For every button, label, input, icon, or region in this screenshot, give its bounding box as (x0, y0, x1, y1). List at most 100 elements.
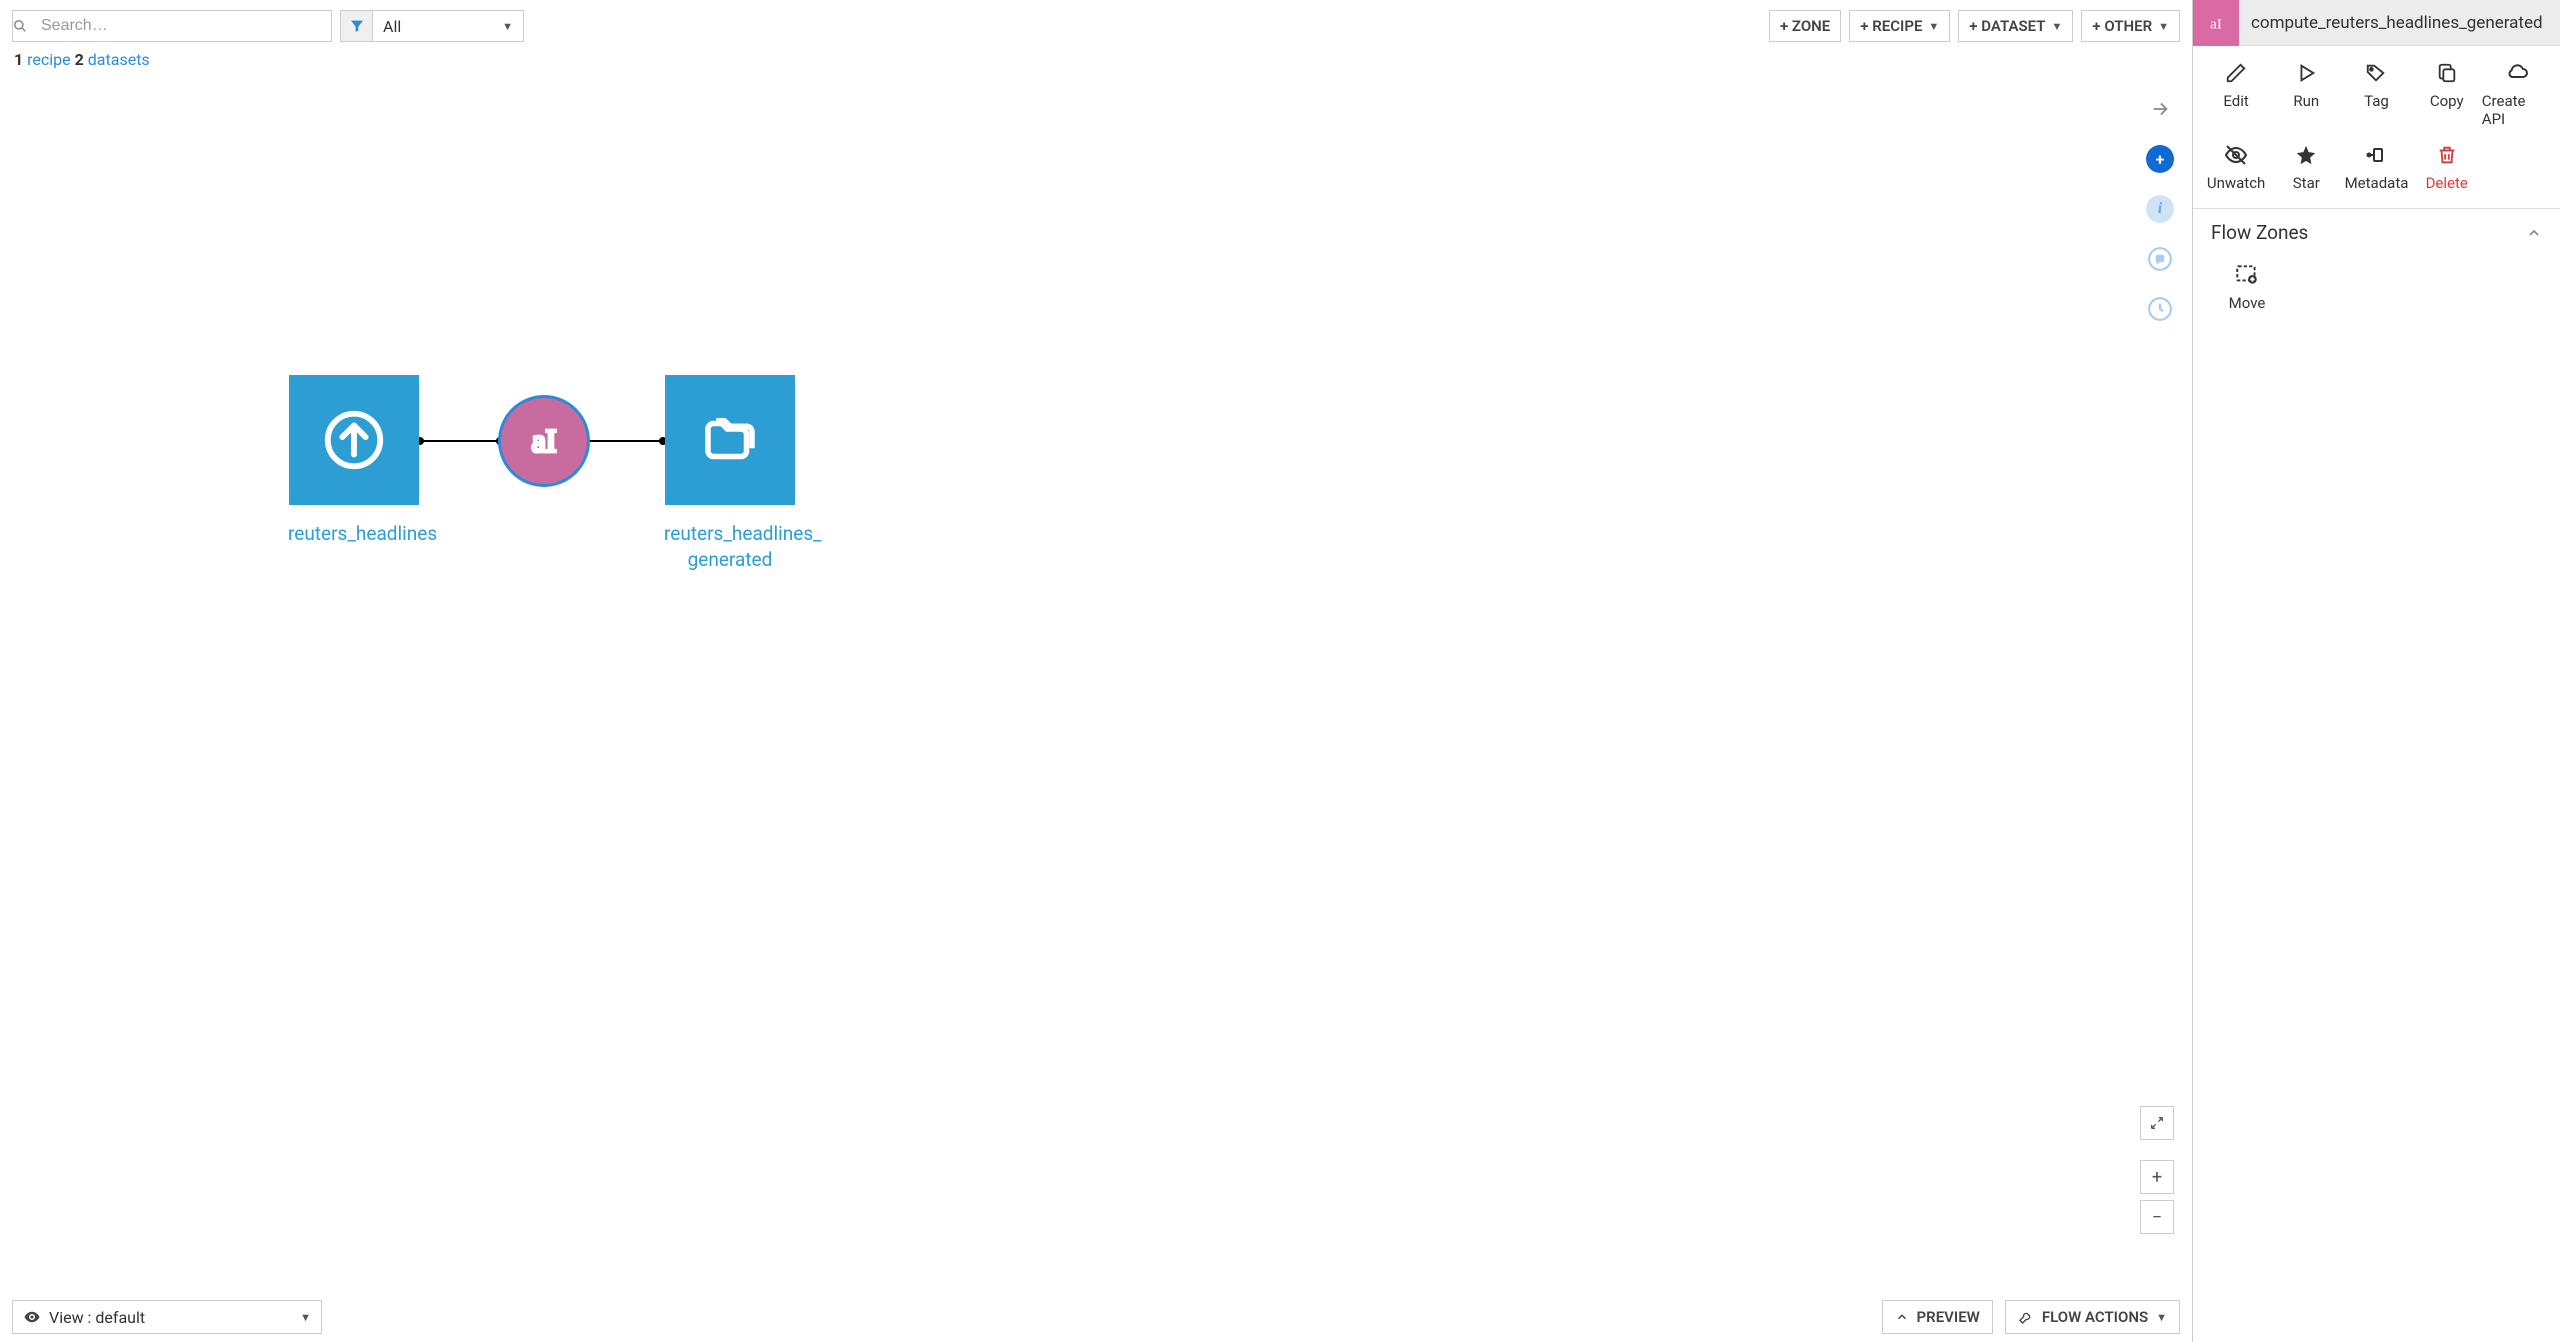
view-dropdown[interactable]: View : default ▼ (12, 1300, 322, 1334)
fit-button[interactable] (2140, 1106, 2174, 1140)
preview-label: PREVIEW (1917, 1308, 1980, 1326)
dataset-node-output[interactable]: reuters_headlines_ generated (664, 375, 796, 572)
action-label: Create API (2482, 92, 2552, 128)
play-icon (2295, 60, 2317, 86)
zone-actions: Move (2211, 244, 2542, 330)
run-button[interactable]: Run (2271, 60, 2341, 128)
panel-header: aI compute_reuters_headlines_generated (2193, 0, 2560, 46)
move-icon (2234, 262, 2260, 288)
add-recipe-button[interactable]: + RECIPE ▼ (1849, 10, 1950, 42)
side-float-buttons: + i (2146, 95, 2174, 323)
tag-icon (2365, 60, 2387, 86)
svg-text:aI: aI (2210, 15, 2222, 32)
recipe-badge: aI (2193, 0, 2239, 46)
metadata-icon (2364, 142, 2388, 168)
flow-canvas-area: All ▼ + ZONE + RECIPE ▼ + DATASET ▼ + OT… (0, 0, 2192, 1342)
eye-slash-icon (2224, 142, 2248, 168)
chevron-up-icon (2526, 225, 2542, 241)
flow-edge (588, 440, 663, 442)
info-button[interactable]: i (2146, 195, 2174, 223)
cloud-icon (2505, 60, 2529, 86)
edit-button[interactable]: Edit (2201, 60, 2271, 128)
dataset-node-input[interactable]: reuters_headlines (288, 375, 420, 547)
dataset-icon (665, 375, 795, 505)
add-other-label: + OTHER (2092, 17, 2152, 35)
action-label: Tag (2364, 92, 2389, 110)
wrench-icon (2018, 1309, 2034, 1325)
details-panel: aI compute_reuters_headlines_generated E… (2192, 0, 2560, 1342)
flow-actions-label: FLOW ACTIONS (2042, 1308, 2148, 1326)
action-label: Delete (2426, 174, 2468, 192)
chevron-down-icon: ▼ (492, 20, 523, 33)
flow-canvas[interactable]: reuters_headlines aI reuters_headlines_ … (0, 77, 2192, 1292)
action-label: Edit (2223, 92, 2248, 110)
copy-icon (2436, 60, 2458, 86)
action-label: Star (2293, 174, 2320, 192)
dataset-label: reuters_headlines (288, 521, 420, 547)
dataset-word: datasets (88, 50, 150, 69)
pencil-icon (2225, 60, 2247, 86)
panel-actions: Edit Run Tag Copy Create API Unwatch Sta… (2193, 46, 2560, 209)
search-input[interactable] (41, 11, 331, 41)
copy-button[interactable]: Copy (2412, 60, 2482, 128)
filter-icon (341, 11, 373, 41)
recipe-count: 1 (14, 50, 23, 69)
move-zone-button[interactable]: Move (2211, 262, 2283, 312)
add-dataset-label: + DATASET (1969, 17, 2045, 35)
section-header[interactable]: Flow Zones (2211, 221, 2542, 244)
add-button[interactable]: + (2146, 145, 2174, 173)
add-dataset-button[interactable]: + DATASET ▼ (1958, 10, 2073, 42)
create-api-button[interactable]: Create API (2482, 60, 2552, 128)
action-label: Run (2293, 92, 2319, 110)
top-toolbar: All ▼ + ZONE + RECIPE ▼ + DATASET ▼ + OT… (0, 0, 2192, 46)
filter-dropdown[interactable]: All ▼ (340, 10, 524, 42)
toolbar-buttons: + ZONE + RECIPE ▼ + DATASET ▼ + OTHER ▼ (1769, 10, 2180, 42)
star-button[interactable]: Star (2271, 142, 2341, 192)
search-box[interactable] (12, 10, 332, 42)
add-zone-label: + ZONE (1780, 17, 1830, 35)
add-zone-button[interactable]: + ZONE (1769, 10, 1841, 42)
flow-actions-button[interactable]: FLOW ACTIONS ▼ (2005, 1300, 2180, 1334)
bottom-bar: View : default ▼ PREVIEW FLOW ACTIONS ▼ (0, 1292, 2192, 1342)
panel-title: compute_reuters_headlines_generated (2239, 13, 2555, 33)
preview-button[interactable]: PREVIEW (1882, 1300, 1993, 1334)
zoom-controls: + − (2140, 1106, 2174, 1234)
svg-text:aI: aI (532, 423, 556, 458)
search-icon (13, 19, 41, 33)
action-label: Unwatch (2207, 174, 2265, 192)
zoom-out-button[interactable]: − (2140, 1200, 2174, 1234)
search-summary: 1 recipe 2 datasets (0, 46, 2192, 77)
action-label: Metadata (2345, 174, 2409, 192)
chevron-down-icon: ▼ (2051, 20, 2062, 33)
chevron-down-icon: ▼ (2156, 1311, 2167, 1324)
view-label: View : default (49, 1308, 300, 1327)
section-title: Flow Zones (2211, 221, 2308, 244)
add-recipe-label: + RECIPE (1860, 17, 1922, 35)
eye-icon (23, 1308, 41, 1326)
chevron-down-icon: ▼ (300, 1311, 311, 1324)
chevron-down-icon: ▼ (1928, 20, 1939, 33)
dataset-icon (289, 375, 419, 505)
chevron-up-icon (1895, 1310, 1909, 1324)
trash-icon (2436, 142, 2458, 168)
add-other-button[interactable]: + OTHER ▼ (2081, 10, 2180, 42)
tag-button[interactable]: Tag (2341, 60, 2411, 128)
collapse-panel-button[interactable] (2146, 95, 2174, 123)
unwatch-button[interactable]: Unwatch (2201, 142, 2271, 192)
recipe-icon: aI (519, 416, 569, 466)
dataset-label: reuters_headlines_ generated (664, 521, 796, 572)
metadata-button[interactable]: Metadata (2341, 142, 2411, 192)
filter-label: All (373, 17, 492, 36)
recipe-word: recipe (27, 50, 71, 69)
delete-button[interactable]: Delete (2412, 142, 2482, 192)
comments-button[interactable] (2146, 245, 2174, 273)
action-label: Move (2229, 294, 2266, 312)
dataset-count: 2 (75, 50, 84, 69)
star-icon (2295, 142, 2317, 168)
action-label: Copy (2430, 92, 2464, 110)
flow-zones-section: Flow Zones Move (2193, 209, 2560, 342)
activity-button[interactable] (2146, 295, 2174, 323)
flow-edge (420, 440, 500, 442)
zoom-in-button[interactable]: + (2140, 1160, 2174, 1194)
recipe-node[interactable]: aI (498, 395, 590, 487)
